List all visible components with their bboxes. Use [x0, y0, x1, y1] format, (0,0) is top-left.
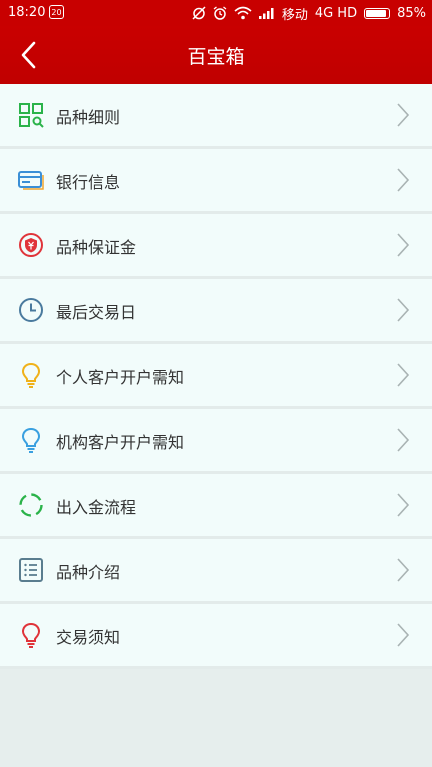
wifi-icon	[234, 6, 252, 20]
menu-item-label: 最后交易日	[56, 303, 137, 322]
alarm-off-icon	[192, 6, 206, 20]
menu-item-bank-info[interactable]: 银行信息	[0, 149, 432, 214]
signal-icon	[258, 7, 275, 19]
battery-percent: 85%	[397, 5, 426, 21]
cycle-icon	[18, 492, 44, 518]
menu-list: 品种细则 银行信息 品种保证金 最后交易日 个人客户开户需知 机构客户开户需知 …	[0, 84, 432, 669]
menu-item-label: 品种介绍	[56, 563, 121, 582]
menu-item-trading-notice[interactable]: 交易须知	[0, 604, 432, 669]
chevron-right-icon	[396, 622, 410, 648]
list-icon	[18, 557, 44, 583]
carrier-label: 移动	[281, 7, 308, 23]
status-bar: 18:20 20 移动 4G HD 85%	[0, 0, 432, 26]
clock-icon	[18, 297, 44, 323]
chevron-right-icon	[396, 492, 410, 518]
menu-item-label: 机构客户开户需知	[56, 433, 185, 452]
status-time: 18:20	[8, 5, 46, 20]
chevron-right-icon	[396, 102, 410, 128]
menu-item-variety-rules[interactable]: 品种细则	[0, 84, 432, 149]
menu-item-individual-account-notice[interactable]: 个人客户开户需知	[0, 344, 432, 409]
menu-item-last-trading-day[interactable]: 最后交易日	[0, 279, 432, 344]
menu-item-label: 出入金流程	[56, 498, 137, 517]
lightbulb-icon	[18, 362, 44, 388]
menu-item-variety-intro[interactable]: 品种介绍	[0, 539, 432, 604]
alarm-clock-icon	[213, 6, 227, 20]
grid-search-icon	[18, 102, 44, 128]
chevron-right-icon	[396, 362, 410, 388]
menu-item-label: 品种保证金	[56, 238, 137, 257]
chevron-right-icon	[396, 557, 410, 583]
notification-icon: 20	[49, 5, 64, 19]
header-bar: 百宝箱	[0, 26, 432, 84]
lightbulb-icon	[18, 427, 44, 453]
chevron-right-icon	[396, 167, 410, 193]
bank-card-icon	[18, 167, 44, 193]
menu-item-deposit-withdrawal-flow[interactable]: 出入金流程	[0, 474, 432, 539]
menu-item-institution-account-notice[interactable]: 机构客户开户需知	[0, 409, 432, 474]
lightbulb-icon	[18, 622, 44, 648]
yen-shield-icon	[18, 232, 44, 258]
menu-item-label: 银行信息	[56, 173, 121, 192]
menu-item-label: 品种细则	[56, 108, 121, 127]
menu-item-label: 个人客户开户需知	[56, 368, 185, 387]
chevron-right-icon	[396, 297, 410, 323]
page-title: 百宝箱	[187, 46, 245, 68]
menu-item-label: 交易须知	[56, 628, 121, 647]
chevron-right-icon	[396, 232, 410, 258]
menu-item-variety-margin[interactable]: 品种保证金	[0, 214, 432, 279]
status-right-group: 移动 4G HD 85%	[192, 4, 426, 23]
network-label: 4G HD	[314, 5, 358, 21]
battery-icon	[364, 7, 391, 19]
chevron-right-icon	[396, 427, 410, 453]
